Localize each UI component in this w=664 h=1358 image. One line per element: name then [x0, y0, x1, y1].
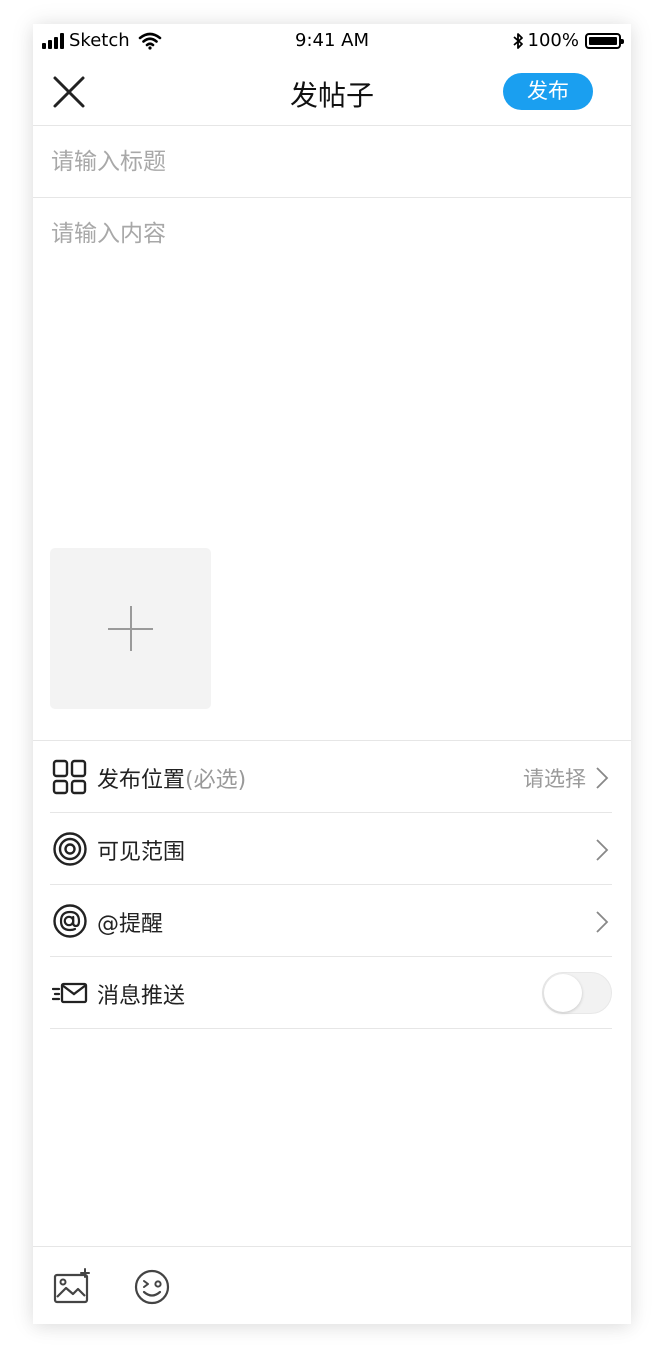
chevron-right-icon — [596, 839, 609, 861]
image-icon — [53, 1268, 90, 1304]
location-option[interactable]: 发布位置(必选) 请选择 — [50, 741, 612, 813]
title-row — [33, 127, 631, 198]
emoji-icon — [134, 1269, 170, 1305]
target-icon — [53, 832, 87, 866]
at-icon — [53, 904, 87, 938]
status-bar: Sketch 9:41 AM 100% — [33, 24, 631, 58]
chevron-right-icon — [596, 911, 609, 933]
toggle-knob — [544, 974, 582, 1012]
mail-send-icon — [52, 982, 88, 1004]
content-input[interactable] — [51, 214, 611, 534]
mention-option[interactable]: @提醒 — [50, 885, 612, 957]
title-input[interactable] — [51, 127, 611, 197]
push-option: 消息推送 — [50, 957, 612, 1029]
insert-emoji-button[interactable] — [132, 1267, 172, 1307]
status-right: 100% — [512, 30, 624, 51]
visibility-label: 可见范围 — [97, 840, 186, 865]
bluetooth-icon — [512, 32, 523, 49]
location-required-hint: (必选) — [185, 768, 247, 793]
battery-icon — [585, 32, 624, 49]
nav-bar: 发帖子 发布 — [33, 58, 631, 126]
visibility-option[interactable]: 可见范围 — [50, 813, 612, 885]
location-label: 发布位置(必选) — [97, 762, 246, 794]
battery-percent: 100% — [527, 30, 579, 51]
insert-image-button[interactable] — [52, 1267, 92, 1307]
location-value: 请选择 — [523, 767, 586, 791]
mention-label: @提醒 — [97, 912, 164, 937]
push-label: 消息推送 — [97, 984, 186, 1009]
phone-screen: Sketch 9:41 AM 100% 发帖子 发布 请输入标题 请输入内容 发… — [33, 24, 631, 1324]
add-image-button[interactable] — [50, 548, 211, 709]
location-label-text: 发布位置 — [97, 768, 186, 793]
grid-icon — [52, 759, 87, 795]
push-toggle[interactable] — [542, 972, 612, 1014]
publish-button[interactable]: 发布 — [503, 73, 593, 110]
chevron-right-icon — [596, 767, 609, 789]
bottom-toolbar — [33, 1246, 631, 1324]
